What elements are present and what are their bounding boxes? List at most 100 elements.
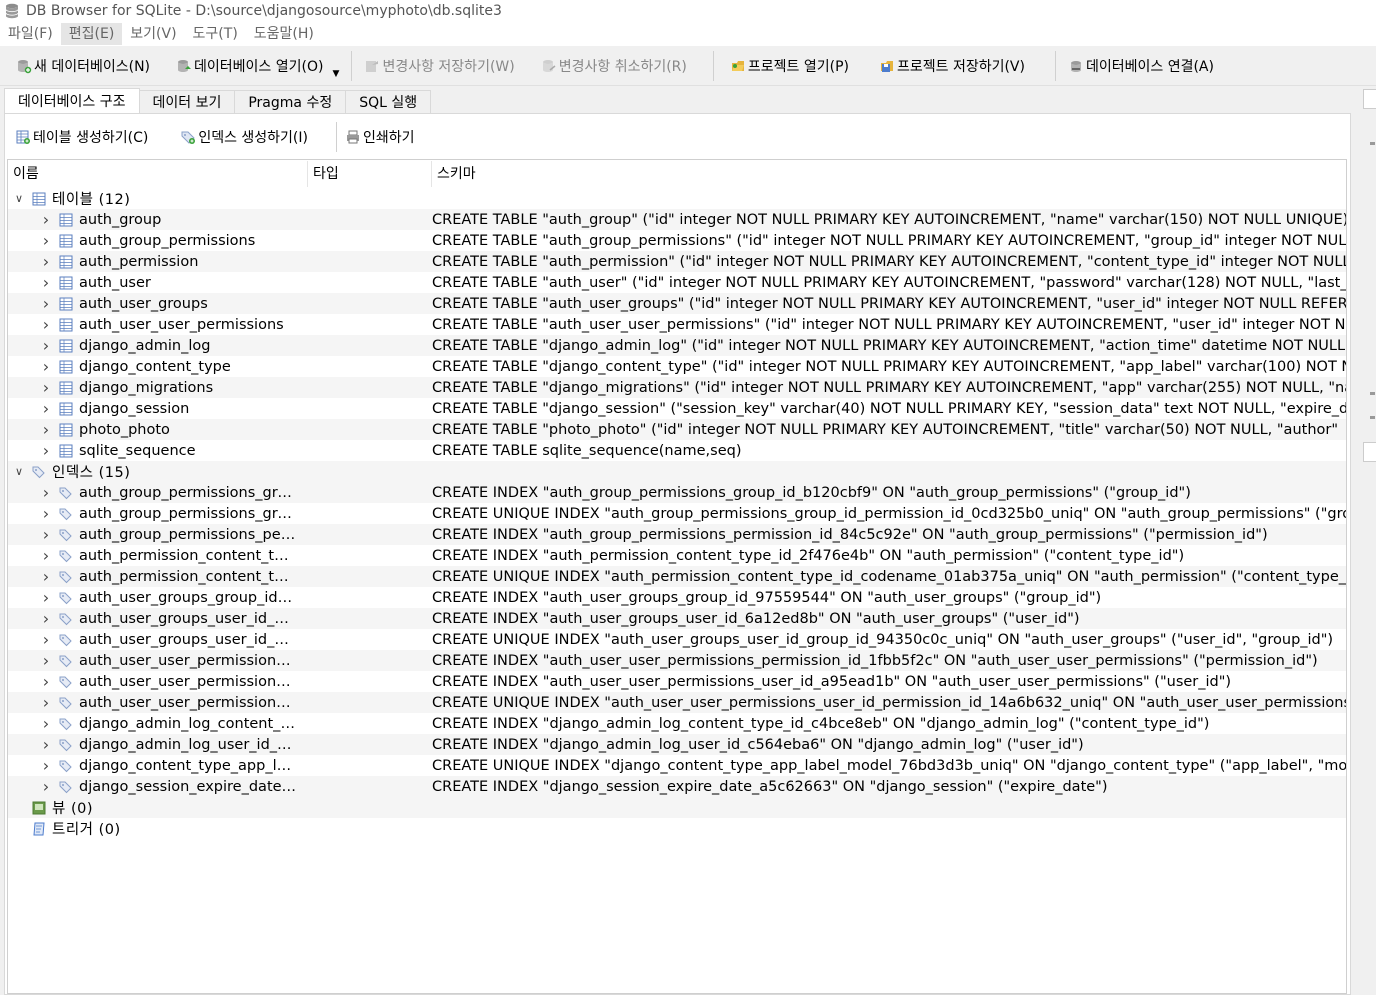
group-row-tables[interactable]: ∨ 테이블 (12) bbox=[8, 188, 1346, 209]
revert-changes-icon bbox=[542, 59, 556, 72]
index-schema: CREATE UNIQUE INDEX "auth_permission_con… bbox=[432, 568, 1346, 585]
chevron-right-icon[interactable]: › bbox=[39, 548, 53, 564]
menu-file[interactable]: 파일(F) bbox=[0, 23, 61, 45]
index-row[interactable]: › django_admin_log_user_id_c564eba6 CREATE… bbox=[8, 734, 1346, 755]
chevron-right-icon[interactable]: › bbox=[39, 506, 53, 522]
chevron-right-icon[interactable]: › bbox=[39, 569, 53, 585]
index-row[interactable]: › auth_permission_content_type_id_codenam… bbox=[8, 566, 1346, 587]
table-row[interactable]: › auth_user_user_permissions CREATE TABLE … bbox=[8, 314, 1346, 335]
index-row[interactable]: › auth_user_user_permissions_permission_i… bbox=[8, 650, 1346, 671]
open-database-button[interactable]: 데이터베이스 열기(O) ▼ bbox=[170, 51, 339, 81]
chevron-right-icon[interactable]: › bbox=[39, 611, 53, 627]
menu-help[interactable]: 도움말(H) bbox=[246, 23, 322, 45]
tab-edit-pragmas[interactable]: Pragma 수정 bbox=[234, 90, 347, 114]
column-header-type[interactable]: 타입 bbox=[308, 160, 432, 187]
chevron-right-icon[interactable]: › bbox=[39, 296, 53, 312]
index-row[interactable]: › auth_permission_content_type_id_2f476e4… bbox=[8, 545, 1346, 566]
chevron-right-icon[interactable]: › bbox=[39, 590, 53, 606]
table-row[interactable]: › django_migrations CREATE TABLE "django_m… bbox=[8, 377, 1346, 398]
menu-tools[interactable]: 도구(T) bbox=[185, 23, 246, 45]
table-icon bbox=[59, 255, 73, 268]
chevron-right-icon[interactable]: › bbox=[39, 737, 53, 753]
chevron-right-icon[interactable]: › bbox=[39, 674, 53, 690]
chevron-right-icon[interactable]: › bbox=[39, 632, 53, 648]
attach-database-button[interactable]: 데이터베이스 연결(A) bbox=[1062, 51, 1220, 81]
chevron-right-icon[interactable]: › bbox=[39, 338, 53, 354]
index-row[interactable]: › auth_user_user_permissions_user_id_a95e… bbox=[8, 671, 1346, 692]
view-icon bbox=[32, 801, 46, 814]
table-row[interactable]: › auth_group CREATE TABLE "auth_group" ("i… bbox=[8, 209, 1346, 230]
write-changes-button[interactable]: 변경사항 저장하기(W) bbox=[358, 51, 520, 81]
index-row[interactable]: › auth_group_permissions_group_id_b120cbf… bbox=[8, 482, 1346, 503]
column-header-name[interactable]: 이름 bbox=[8, 160, 308, 187]
open-project-button[interactable]: 프로젝트 열기(P) bbox=[724, 51, 855, 81]
save-project-button[interactable]: 프로젝트 저장하기(V) bbox=[873, 51, 1031, 81]
chevron-right-icon[interactable]: › bbox=[39, 653, 53, 669]
chevron-right-icon[interactable]: › bbox=[39, 212, 53, 228]
table-row[interactable]: › auth_user_groups CREATE TABLE "auth_user… bbox=[8, 293, 1346, 314]
column-header-schema[interactable]: 스키마 bbox=[432, 161, 1346, 187]
index-row[interactable]: › auth_group_permissions_permission_id_84… bbox=[8, 524, 1346, 545]
chevron-right-icon[interactable]: › bbox=[39, 422, 53, 438]
index-name: auth_permission_content_type_id_2f476e4b bbox=[79, 547, 297, 564]
table-row[interactable]: › auth_permission CREATE TABLE "auth_permi… bbox=[8, 251, 1346, 272]
menu-view[interactable]: 보기(V) bbox=[122, 23, 184, 45]
index-row[interactable]: › django_content_type_app_label_model_76b… bbox=[8, 755, 1346, 776]
chevron-right-icon[interactable]: › bbox=[39, 275, 53, 291]
chevron-right-icon[interactable]: › bbox=[39, 401, 53, 417]
table-row[interactable]: › django_admin_log CREATE TABLE "django_ad… bbox=[8, 335, 1346, 356]
dock-tab[interactable] bbox=[1363, 442, 1376, 462]
attach-database-icon bbox=[1070, 60, 1081, 72]
index-icon bbox=[59, 508, 72, 520]
chevron-down-icon[interactable]: ∨ bbox=[12, 192, 26, 206]
chevron-right-icon[interactable]: › bbox=[39, 359, 53, 375]
chevron-down-icon[interactable]: ∨ bbox=[12, 465, 26, 479]
index-name: django_content_type_app_label_model_76bd… bbox=[79, 757, 297, 774]
chevron-right-icon[interactable]: › bbox=[39, 716, 53, 732]
index-row[interactable]: › django_admin_log_content_type_id_c4bce8… bbox=[8, 713, 1346, 734]
group-row-triggers[interactable]: 트리거 (0) bbox=[8, 818, 1346, 839]
tab-browse-data[interactable]: 데이터 보기 bbox=[138, 90, 236, 114]
trigger-icon bbox=[33, 822, 45, 835]
table-row[interactable]: › django_session CREATE TABLE "django_sess… bbox=[8, 398, 1346, 419]
chevron-right-icon[interactable]: › bbox=[39, 779, 53, 795]
chevron-right-icon[interactable]: › bbox=[39, 380, 53, 396]
index-name: auth_group_permissions_group_id_permissi… bbox=[79, 505, 297, 522]
create-index-button[interactable]: 인덱스 생성하기(I) bbox=[174, 122, 314, 152]
chevron-right-icon[interactable]: › bbox=[39, 485, 53, 501]
menu-edit[interactable]: 편집(E) bbox=[60, 23, 123, 45]
table-row[interactable]: › sqlite_sequence CREATE TABLE sqlite_sequ… bbox=[8, 440, 1346, 461]
chevron-right-icon[interactable]: › bbox=[39, 443, 53, 459]
index-row[interactable]: › auth_user_groups_group_id_97559544 CREAT… bbox=[8, 587, 1346, 608]
chevron-right-icon[interactable]: › bbox=[39, 695, 53, 711]
chevron-right-icon[interactable]: › bbox=[39, 233, 53, 249]
chevron-right-icon[interactable]: › bbox=[39, 527, 53, 543]
dock-tab[interactable] bbox=[1363, 89, 1376, 109]
index-row[interactable]: › django_session_expire_date_a5c62663 CREA… bbox=[8, 776, 1346, 797]
group-row-views[interactable]: 뷰 (0) bbox=[8, 797, 1346, 818]
index-row[interactable]: › auth_user_user_permissions_user_id_perm… bbox=[8, 692, 1346, 713]
index-row[interactable]: › auth_user_groups_user_id_group_id_94350… bbox=[8, 629, 1346, 650]
index-row[interactable]: › auth_group_permissions_group_id_permiss… bbox=[8, 503, 1346, 524]
chevron-right-icon[interactable]: › bbox=[39, 758, 53, 774]
schema-tree[interactable]: 이름 타입 스키마 ∨ 테이블 (12) › auth_group CREATE T… bbox=[7, 159, 1347, 994]
table-row[interactable]: › django_content_type CREATE TABLE "django… bbox=[8, 356, 1346, 377]
group-row-indexes[interactable]: ∨ 인덱스 (15) bbox=[8, 461, 1346, 482]
table-row[interactable]: › auth_user CREATE TABLE "auth_user" ("id"… bbox=[8, 272, 1346, 293]
indexes-list: › auth_group_permissions_group_id_b120cbf… bbox=[8, 482, 1346, 797]
tab-execute-sql[interactable]: SQL 실행 bbox=[345, 90, 432, 114]
index-icon bbox=[59, 613, 72, 625]
table-row[interactable]: › auth_group_permissions CREATE TABLE "aut… bbox=[8, 230, 1346, 251]
revert-changes-button[interactable]: 변경사항 취소하기(R) bbox=[535, 51, 693, 81]
print-button[interactable]: 인쇄하기 bbox=[339, 122, 421, 152]
new-database-button[interactable]: 새 데이터베이스(N) bbox=[10, 51, 156, 81]
index-schema: CREATE UNIQUE INDEX "auth_user_user_perm… bbox=[432, 694, 1346, 711]
chevron-right-icon[interactable]: › bbox=[39, 254, 53, 270]
index-row[interactable]: › auth_user_groups_user_id_6a12ed8b CREATE… bbox=[8, 608, 1346, 629]
chevron-down-icon[interactable]: ▼ bbox=[333, 69, 340, 79]
tab-database-structure[interactable]: 데이터베이스 구조 bbox=[4, 88, 140, 114]
index-schema: CREATE INDEX "auth_user_user_permissions… bbox=[432, 673, 1232, 690]
chevron-right-icon[interactable]: › bbox=[39, 317, 53, 333]
table-row[interactable]: › photo_photo CREATE TABLE "photo_photo" (… bbox=[8, 419, 1346, 440]
create-table-button[interactable]: 테이블 생성하기(C) bbox=[9, 122, 154, 152]
